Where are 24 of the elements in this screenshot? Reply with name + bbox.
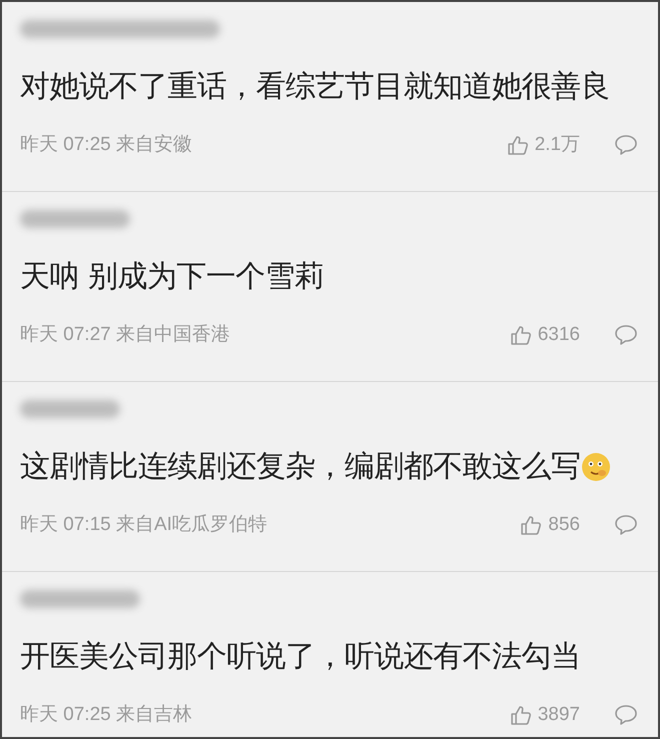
like-button[interactable]: 2.1万 <box>506 131 580 160</box>
comment-text: 对她说不了重话，看综艺节目就知道她很善良 <box>20 68 610 106</box>
comment-text: 这剧情比连续剧还复杂，编剧都不敢这么写 <box>20 448 580 486</box>
reply-button[interactable] <box>614 324 638 346</box>
comment-meta: 昨天 07:27 来自中国香港 <box>20 323 230 347</box>
like-button[interactable]: 3897 <box>510 701 580 730</box>
thumbs-up-icon <box>510 704 532 726</box>
comment-meta: 昨天 07:25 来自安徽 <box>20 133 192 157</box>
thumbs-up-icon <box>520 514 542 536</box>
reply-button[interactable] <box>614 134 638 156</box>
speech-bubble-icon <box>614 514 638 536</box>
reply-button[interactable] <box>614 704 638 726</box>
reply-button[interactable] <box>614 514 638 536</box>
comment-text: 开医美公司那个听说了，听说还有不法勾当 <box>20 638 580 676</box>
thumbs-up-icon <box>510 324 532 346</box>
comment-meta: 昨天 07:15 来自AI吃瓜罗伯特 <box>20 513 268 537</box>
speech-bubble-icon <box>614 134 638 156</box>
comment-meta: 昨天 07:25 来自吉林 <box>20 703 192 727</box>
like-button[interactable]: 6316 <box>510 321 580 350</box>
like-button[interactable]: 856 <box>520 511 580 540</box>
thumbs-up-icon <box>506 134 529 156</box>
speech-bubble-icon <box>614 324 638 346</box>
comment-text: 天呐 别成为下一个雪莉 <box>20 258 324 296</box>
speech-bubble-icon <box>614 704 638 726</box>
